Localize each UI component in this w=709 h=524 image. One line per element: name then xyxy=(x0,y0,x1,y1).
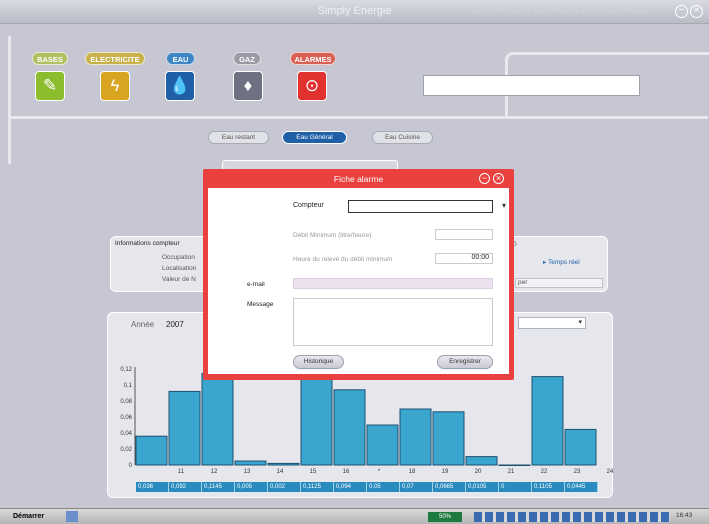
clock: 16:43 xyxy=(676,512,693,519)
heure-input[interactable]: 00:00 xyxy=(435,253,493,264)
y-tick-label: 0,08 xyxy=(120,399,132,405)
tray-icons[interactable] xyxy=(474,512,670,522)
debit-label: Débit Minimum (litre/heure) xyxy=(293,232,372,239)
x-tick-label: 11 xyxy=(178,469,185,475)
value-cell: 0,036 xyxy=(136,482,169,492)
dialog-body: Compteur ▾ Débit Minimum (litre/heure) H… xyxy=(208,188,509,374)
chart-bar[interactable] xyxy=(498,464,531,466)
y-tick-label: 0,04 xyxy=(120,431,132,437)
chart-bar[interactable] xyxy=(135,435,168,466)
y-tick-label: 0,06 xyxy=(120,415,132,421)
y-tick-label: 0,1 xyxy=(124,383,133,389)
chart-bar[interactable] xyxy=(564,428,597,466)
chart-bar[interactable] xyxy=(366,424,399,466)
value-cell: 0,0445 xyxy=(565,482,598,492)
enregistrer-button[interactable]: Enregistrer xyxy=(437,355,493,369)
x-tick-label: 22 xyxy=(541,469,548,475)
x-tick-label: 24 xyxy=(607,469,614,475)
y-tick-label: 0,02 xyxy=(120,447,132,453)
chevron-down-icon: ▾ xyxy=(501,201,506,210)
value-cell: 0,07 xyxy=(400,482,433,492)
chart-bar[interactable] xyxy=(168,390,201,466)
historique-button[interactable]: Historique xyxy=(293,355,344,369)
x-tick-label: 19 xyxy=(442,469,449,475)
value-cell: 0,0105 xyxy=(466,482,499,492)
app-icon[interactable] xyxy=(66,511,78,522)
chart-bar[interactable] xyxy=(300,374,333,466)
y-tick-label: 0,12 xyxy=(120,367,132,373)
value-cell: 0,1125 xyxy=(301,482,334,492)
alarm-dialog: Fiche alarme − × Compteur ▾ Débit Minimu… xyxy=(203,169,514,380)
x-tick-label: 20 xyxy=(475,469,482,475)
value-cell: 0 xyxy=(499,482,532,492)
dialog-title: Fiche alarme xyxy=(333,174,384,184)
x-tick-label: 21 xyxy=(508,469,515,475)
chart-bar[interactable] xyxy=(465,456,498,466)
value-cell: 0,094 xyxy=(334,482,367,492)
x-tick-label: * xyxy=(378,469,381,475)
chart-bar[interactable] xyxy=(267,462,300,466)
chart-bar[interactable] xyxy=(531,376,564,466)
x-tick-label: 23 xyxy=(574,469,581,475)
heure-label: Heure du relevé du débit minimum xyxy=(293,256,393,263)
chart-bar[interactable] xyxy=(234,460,267,466)
close-icon[interactable]: × xyxy=(493,173,504,184)
x-tick-label: 13 xyxy=(244,469,251,475)
chart-bar[interactable] xyxy=(333,389,366,466)
start-button[interactable]: Démarrer xyxy=(1,510,63,524)
zoom-indicator: 50% xyxy=(428,512,462,522)
value-cell: 0,0665 xyxy=(433,482,466,492)
value-cell: 0,005 xyxy=(235,482,268,492)
chart-bar[interactable] xyxy=(399,408,432,466)
email-label: e-mail xyxy=(247,281,265,288)
value-cell: 0,1145 xyxy=(202,482,235,492)
x-tick-label: 12 xyxy=(211,469,218,475)
compteur-label: Compteur xyxy=(293,202,324,209)
message-label: Message xyxy=(247,301,274,308)
message-textarea[interactable] xyxy=(293,298,493,346)
value-cell: 0,1105 xyxy=(532,482,565,492)
debit-input[interactable] xyxy=(435,229,493,240)
x-tick-label: 16 xyxy=(343,469,350,475)
chart-bar[interactable] xyxy=(432,411,465,466)
value-cell: 0,05 xyxy=(367,482,400,492)
value-cell: 0,002 xyxy=(268,482,301,492)
chart-bar[interactable] xyxy=(201,372,234,466)
x-tick-label: 14 xyxy=(277,469,284,475)
compteur-select[interactable]: ▾ xyxy=(348,200,506,213)
x-tick-label: 15 xyxy=(310,469,317,475)
taskbar: Démarrer 50% 16:43 xyxy=(0,508,709,524)
x-tick-label: 18 xyxy=(409,469,416,475)
value-cell: 0,092 xyxy=(169,482,202,492)
email-field[interactable] xyxy=(293,278,493,289)
y-tick-label: 0 xyxy=(129,463,133,469)
minimize-icon[interactable]: − xyxy=(479,173,490,184)
